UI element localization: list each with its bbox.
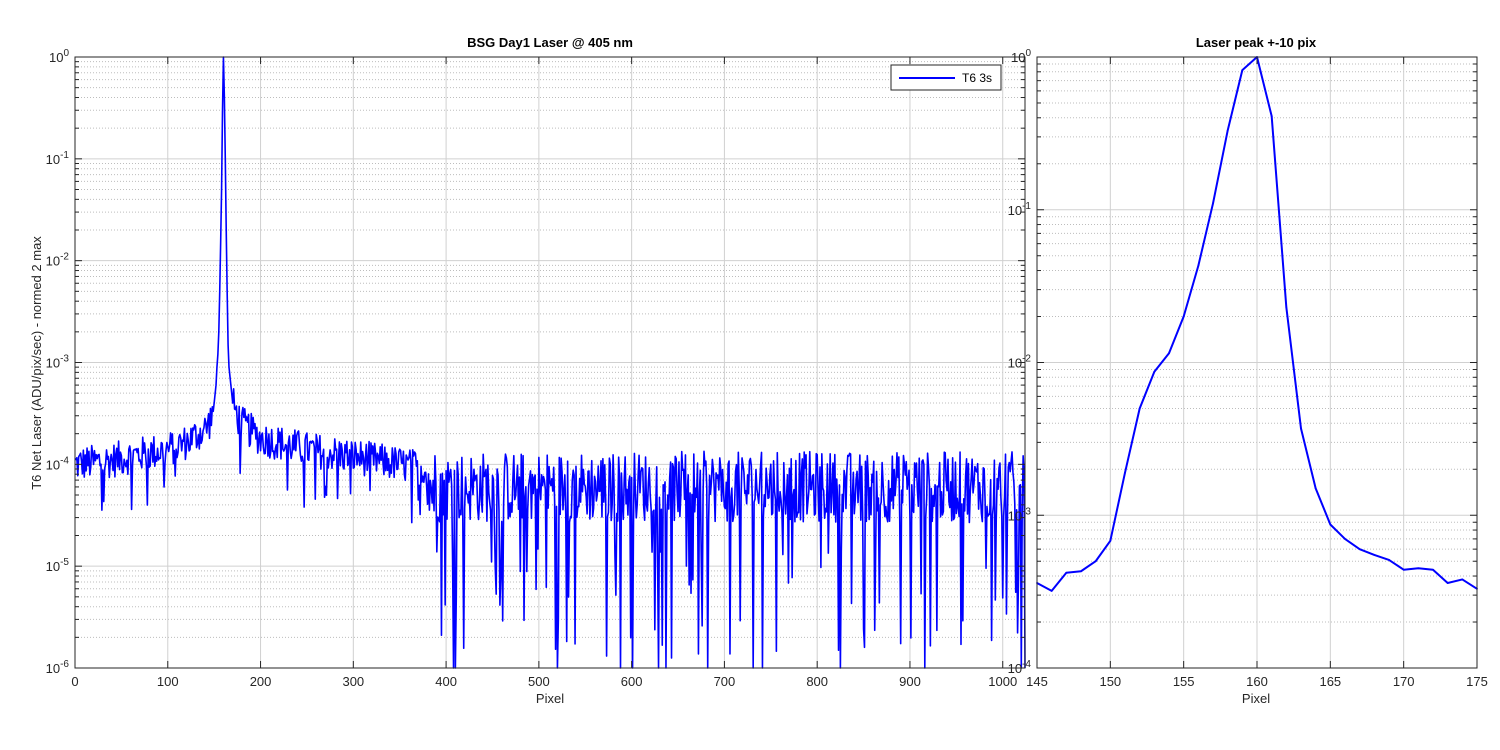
x-tick-label: 155 (1173, 674, 1195, 689)
y-tick-base: 10 (1008, 203, 1022, 218)
x-tick-label: 200 (250, 674, 272, 689)
chart-title: Laser peak +-10 pix (1196, 35, 1317, 50)
y-tick-exponent: -4 (1022, 659, 1031, 670)
data-point (1182, 315, 1185, 318)
y-tick-exponent: -2 (60, 252, 69, 263)
y-tick-exponent: -3 (1022, 506, 1031, 517)
x-tick-label: 300 (342, 674, 364, 689)
y-tick-base: 10 (1008, 356, 1022, 371)
y-tick-base: 10 (1008, 508, 1022, 523)
data-point (1270, 115, 1273, 118)
legend[interactable]: T6 3s (890, 64, 1002, 91)
y-tick-base: 10 (46, 559, 60, 574)
y-tick-base: 10 (46, 356, 60, 371)
x-tick-label: 1000 (988, 674, 1017, 689)
figure-canvas: 0 100 200 300 400 500 600 700 800 900 1000 10-610-… (0, 0, 1500, 750)
data-point (1212, 202, 1214, 205)
y-tick-exponent: -2 (1022, 354, 1031, 365)
y-tick-base: 10 (49, 50, 63, 65)
data-point (1050, 589, 1053, 592)
x-tick-label: 700 (714, 674, 736, 689)
y-tick-exponent: -4 (60, 455, 69, 466)
y-axis-label: T6 Net Laser (ADU/pix/sec) - normed 2 ma… (29, 236, 44, 490)
data-point (1461, 578, 1464, 581)
data-point (1241, 69, 1244, 72)
y-tick-base: 10 (46, 661, 60, 676)
data-point (1402, 568, 1405, 571)
data-point (1226, 129, 1229, 132)
data-point (1300, 427, 1302, 430)
data-point (1446, 582, 1449, 584)
data-point (1358, 548, 1361, 551)
data-point (1094, 560, 1097, 563)
y-tick-exponent: -6 (60, 659, 69, 670)
data-point (1109, 539, 1112, 542)
x-tick-label: 900 (899, 674, 921, 689)
x-tick-label: 0 (71, 674, 78, 689)
data-point (1388, 559, 1390, 561)
x-tick-label: 150 (1099, 674, 1121, 689)
data-point (1153, 370, 1156, 373)
data-point (1124, 471, 1126, 474)
x-tick-label: 500 (528, 674, 550, 689)
data-point (1197, 264, 1200, 267)
data-point (1344, 538, 1346, 540)
data-point (1065, 571, 1068, 574)
x-axis-label: Pixel (536, 691, 564, 706)
y-tick-base: 10 (46, 254, 60, 269)
data-point (1285, 306, 1288, 309)
y-tick-exponent: 0 (63, 48, 69, 59)
data-point (1373, 554, 1376, 556)
x-tick-label: 175 (1466, 674, 1488, 689)
x-tick-label: 170 (1393, 674, 1415, 689)
y-tick-base: 10 (46, 152, 60, 167)
data-point (1432, 568, 1434, 571)
y-tick-exponent: -5 (60, 557, 69, 568)
x-tick-label: 165 (1319, 674, 1341, 689)
y-tick-base: 10 (46, 457, 60, 472)
x-tick-label: 145 (1026, 674, 1048, 689)
legend-entry-label: T6 3s (962, 71, 992, 85)
x-tick-label: 400 (435, 674, 457, 689)
x-axis-label: Pixel (1242, 691, 1270, 706)
y-tick-exponent: -1 (1022, 201, 1031, 212)
y-tick-exponent: -1 (60, 150, 69, 161)
data-point (1417, 567, 1420, 570)
data-point (1329, 523, 1332, 526)
y-tick-base: 10 (1008, 661, 1022, 676)
y-tick-exponent: 0 (1025, 48, 1031, 59)
y-tick-base: 10 (1011, 50, 1025, 65)
x-tick-label: 600 (621, 674, 643, 689)
data-point (1138, 407, 1141, 410)
data-point (1314, 487, 1317, 490)
data-point (1080, 570, 1082, 573)
y-tick-exponent: -3 (60, 354, 69, 365)
chart-title: BSG Day1 Laser @ 405 nm (467, 35, 633, 50)
x-tick-label: 100 (157, 674, 179, 689)
x-tick-label: 800 (806, 674, 828, 689)
data-point (1168, 352, 1170, 355)
x-tick-label: 160 (1246, 674, 1268, 689)
